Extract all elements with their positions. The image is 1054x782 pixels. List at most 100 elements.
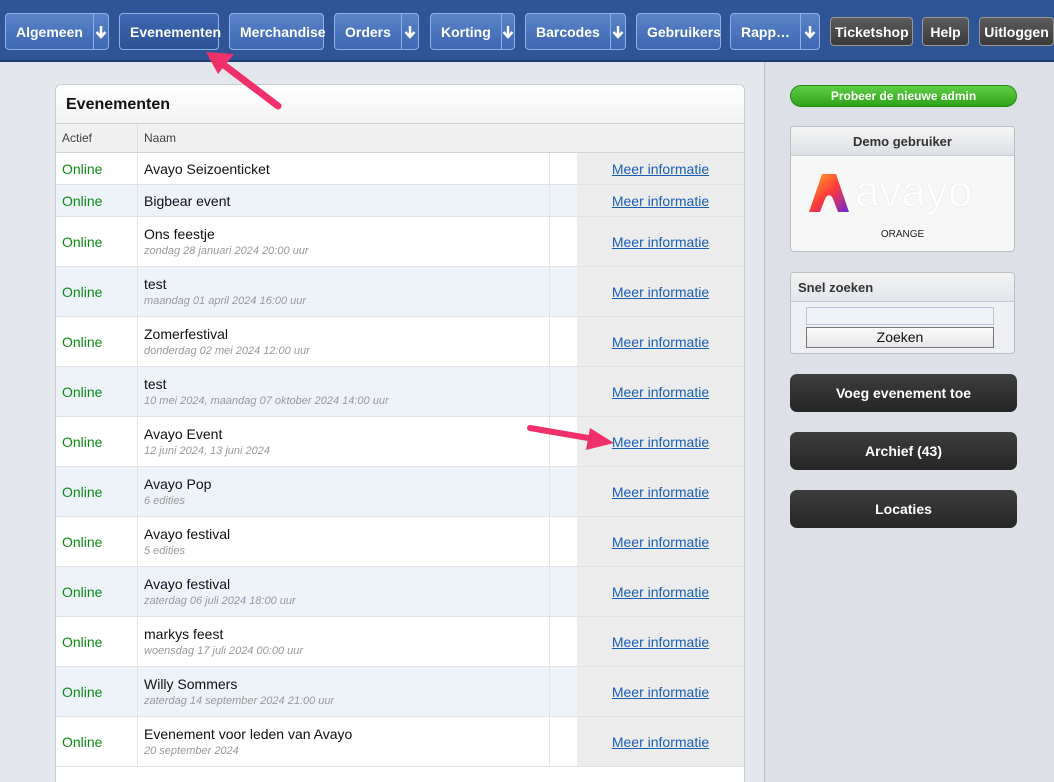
more-info-cell: Meer informatie xyxy=(577,517,744,566)
arrow-down-icon[interactable] xyxy=(800,14,819,49)
spacer-cell xyxy=(550,617,577,666)
nav-label: Algemeen xyxy=(16,23,83,40)
status-online: Online xyxy=(56,367,138,416)
event-dates: zaterdag 06 juli 2024 18:00 uur xyxy=(144,595,296,607)
more-info-link[interactable]: Meer informatie xyxy=(612,193,709,209)
event-name-cell: Avayo festival zaterdag 06 juli 2024 18:0… xyxy=(138,567,550,616)
nav-label: Gebruikers xyxy=(647,23,721,40)
more-info-link[interactable]: Meer informatie xyxy=(612,434,709,450)
archive-button[interactable]: Archief (43) xyxy=(790,432,1017,470)
nav-label: Korting xyxy=(441,23,491,40)
nav-label: Help xyxy=(930,23,961,40)
status-online: Online xyxy=(56,317,138,366)
event-name-cell: Avayo Event 12 juni 2024, 13 juni 2024 xyxy=(138,417,550,466)
nav-algemeen[interactable]: Algemeen xyxy=(5,13,109,50)
status-online: Online xyxy=(56,617,138,666)
spacer-cell xyxy=(550,317,577,366)
status-online: Online xyxy=(56,267,138,316)
nav-merchandise[interactable]: Merchandise xyxy=(229,13,326,50)
ticketshop-button[interactable]: Ticketshop xyxy=(830,17,913,46)
quick-search-input[interactable] xyxy=(806,307,994,325)
table-row: Online Bigbear event Meer informatie xyxy=(56,185,744,217)
event-name: Ons feestje xyxy=(144,226,215,242)
demo-user-box: Demo gebruiker avayo ORANGE xyxy=(790,126,1015,252)
arrow-down-icon[interactable] xyxy=(609,14,625,49)
table-row: Online test 10 mei 2024, maandag 07 oktobe… xyxy=(56,367,744,417)
event-dates: 12 juni 2024, 13 juni 2024 xyxy=(144,445,270,457)
locations-button[interactable]: Locaties xyxy=(790,490,1017,528)
column-header-actief[interactable]: Actief xyxy=(56,124,138,152)
more-info-link[interactable]: Meer informatie xyxy=(612,284,709,300)
more-info-cell: Meer informatie xyxy=(577,417,744,466)
more-info-link[interactable]: Meer informatie xyxy=(612,584,709,600)
status-online: Online xyxy=(56,667,138,716)
nav-korting[interactable]: Korting xyxy=(430,13,515,50)
table-row: Online Avayo Pop 6 edities Meer informatie xyxy=(56,467,744,517)
nav-evenementen[interactable]: Evenementen xyxy=(119,13,221,50)
more-info-cell: Meer informatie xyxy=(577,317,744,366)
table-row: Online Zomerfestival donderdag 02 mei 2024… xyxy=(56,317,744,367)
nav-barcodes[interactable]: Barcodes xyxy=(525,13,626,50)
arrow-down-icon[interactable] xyxy=(400,14,418,49)
arrow-down-icon[interactable] xyxy=(500,14,514,49)
event-name-cell: Avayo Seizoenticket xyxy=(138,153,550,184)
spacer-cell xyxy=(550,667,577,716)
nav-label: Barcodes xyxy=(536,23,600,40)
logout-button[interactable]: Uitloggen xyxy=(979,17,1054,46)
event-name-cell: Avayo Pop 6 edities xyxy=(138,467,550,516)
more-info-cell: Meer informatie xyxy=(577,217,744,266)
nav-label: Evenementen xyxy=(130,23,222,40)
avayo-logo: avayo xyxy=(809,172,973,214)
more-info-cell: Meer informatie xyxy=(577,667,744,716)
more-info-link[interactable]: Meer informatie xyxy=(612,734,709,750)
more-info-link[interactable]: Meer informatie xyxy=(612,634,709,650)
event-name-cell: test 10 mei 2024, maandag 07 oktober 2024… xyxy=(138,367,550,416)
more-info-link[interactable]: Meer informatie xyxy=(612,334,709,350)
nav-rapportages[interactable]: Rapp… xyxy=(730,13,820,50)
more-info-link[interactable]: Meer informatie xyxy=(612,684,709,700)
event-name: Avayo Pop xyxy=(144,476,212,492)
table-row: Online Willy Sommers zaterdag 14 september… xyxy=(56,667,744,717)
nav-label: Uitloggen xyxy=(984,23,1049,40)
arrow-down-icon[interactable] xyxy=(92,14,108,49)
event-name: test xyxy=(144,376,167,392)
more-info-cell: Meer informatie xyxy=(577,185,744,216)
nav-gebruikers[interactable]: Gebruikers xyxy=(636,13,721,50)
spacer-cell xyxy=(550,153,577,184)
column-header-naam[interactable]: Naam xyxy=(138,124,176,152)
add-event-button[interactable]: Voeg evenement toe xyxy=(790,374,1017,412)
nav-label: Orders xyxy=(345,23,391,40)
help-button[interactable]: Help xyxy=(922,17,969,46)
event-name: Willy Sommers xyxy=(144,676,238,692)
event-name-cell: Bigbear event xyxy=(138,185,550,216)
event-name-cell: Willy Sommers zaterdag 14 september 2024 … xyxy=(138,667,550,716)
event-name-cell: markys feest woensdag 17 juli 2024 00:00 … xyxy=(138,617,550,666)
table-row: Online markys feest woensdag 17 juli 2024 … xyxy=(56,617,744,667)
more-info-cell: Meer informatie xyxy=(577,467,744,516)
table-row: Online Ons feestje zondag 28 januari 2024 … xyxy=(56,217,744,267)
spacer-cell xyxy=(550,367,577,416)
more-info-link[interactable]: Meer informatie xyxy=(612,484,709,500)
event-name: Avayo Event xyxy=(144,426,223,442)
event-name: test xyxy=(144,276,167,292)
logo-text: avayo xyxy=(855,172,972,214)
more-info-link[interactable]: Meer informatie xyxy=(612,161,709,177)
nav-label: Ticketshop xyxy=(835,23,909,40)
event-dates: donderdag 02 mei 2024 12:00 uur xyxy=(144,345,310,357)
event-dates: 10 mei 2024, maandag 07 oktober 2024 14:… xyxy=(144,395,389,407)
search-button[interactable]: Zoeken xyxy=(806,327,994,348)
table-row: Online Avayo festival 5 edities Meer inform… xyxy=(56,517,744,567)
more-info-link[interactable]: Meer informatie xyxy=(612,384,709,400)
event-dates: woensdag 17 juli 2024 00:00 uur xyxy=(144,645,304,657)
more-info-link[interactable]: Meer informatie xyxy=(612,234,709,250)
table-row: Online test maandag 01 april 2024 16:00 uu… xyxy=(56,267,744,317)
spacer-cell xyxy=(550,567,577,616)
more-info-cell: Meer informatie xyxy=(577,267,744,316)
more-info-link[interactable]: Meer informatie xyxy=(612,534,709,550)
spacer-cell xyxy=(550,267,577,316)
sidebar: Probeer de nieuwe admin Demo gebruiker a… xyxy=(766,62,1054,782)
more-info-cell: Meer informatie xyxy=(577,617,744,666)
nav-orders[interactable]: Orders xyxy=(334,13,419,50)
quick-search-box: Snel zoeken Zoeken xyxy=(790,272,1015,354)
new-admin-button[interactable]: Probeer de nieuwe admin xyxy=(790,85,1017,107)
